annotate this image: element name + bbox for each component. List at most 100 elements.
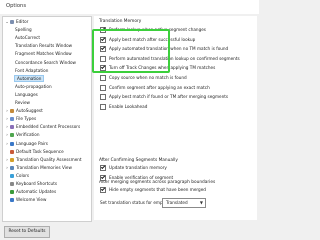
expand-icon[interactable]: › bbox=[5, 124, 9, 130]
checkbox-unchecked[interactable] bbox=[100, 84, 106, 91]
checkbox-row-apply-automated-translation-when-no-tm-match-is-found[interactable]: Apply automated translation when no TM m… bbox=[100, 46, 228, 53]
colors-icon bbox=[10, 173, 14, 178]
tree-item-spelling[interactable]: Spelling bbox=[15, 27, 32, 33]
tree-item-label: Translation Quality Assessment bbox=[16, 156, 82, 162]
embedded-icon bbox=[10, 125, 14, 130]
expand-icon[interactable]: › bbox=[5, 141, 9, 147]
tree-item-label: Automation bbox=[13, 74, 45, 82]
tree-item-label: Default Task Sequence bbox=[16, 148, 64, 154]
checkbox-label: Perform automated translation lookup on … bbox=[109, 55, 240, 61]
checkbox-row-confirm-segment-after-applying-an-exact-match[interactable]: Confirm segment after applying an exact … bbox=[100, 84, 210, 91]
translation-memory-header: Translation Memory bbox=[99, 19, 142, 24]
tree-item-label: Keyboard Shortcuts bbox=[16, 181, 58, 186]
checkbox-label: Copy source when no match is found bbox=[109, 75, 187, 80]
checkbox-checked[interactable] bbox=[100, 65, 106, 72]
tree-item-default-task-sequence[interactable]: Default Task Sequence bbox=[5, 149, 64, 155]
checkbox-label: Apply best match if found or TM after me… bbox=[109, 94, 229, 100]
checkbox-checked[interactable] bbox=[100, 165, 106, 171]
tree-item-editor[interactable]: ⌄ Editor bbox=[5, 19, 28, 25]
tree-item-label: Translation Results Window bbox=[15, 43, 73, 49]
tree-item-label: Font Adaptation bbox=[15, 67, 49, 73]
tree-item-verification[interactable]: › Verification bbox=[5, 132, 40, 138]
tree-item-label: Language Pairs bbox=[16, 140, 48, 146]
tree-item-languages[interactable]: Languages bbox=[15, 92, 38, 98]
tree-item-label: AutoCorrect bbox=[15, 35, 41, 41]
checkbox-row-copy-source-when-no-match-is-found[interactable]: Copy source when no match is found bbox=[100, 75, 187, 81]
options-tree: ⌄ Editor Spelling AutoCorrect Translation Re… bbox=[2, 16, 92, 222]
checkbox-unchecked[interactable] bbox=[100, 75, 106, 81]
tree-item-translation-quality-assessment[interactable]: › Translation Quality Assessment bbox=[5, 157, 82, 163]
checkbox-row-turn-off-track-changes-when-applying-tm-matches[interactable]: Turn off Track Changes when applying TM … bbox=[100, 65, 216, 72]
checkbox-checked[interactable] bbox=[100, 27, 106, 33]
tree-item-autosuggest[interactable]: › AutoSuggest bbox=[5, 108, 43, 114]
checkbox-unchecked[interactable] bbox=[100, 94, 106, 101]
options-window: Options ⌄ Editor Spelling AutoCorrect Transl… bbox=[0, 0, 259, 240]
tree-item-label: Editor bbox=[16, 19, 29, 24]
tree-item-translation-results-window[interactable]: Translation Results Window bbox=[15, 43, 72, 49]
checkbox-label: Perform lookup when active segment chang… bbox=[109, 27, 206, 32]
tree-item-label: Welcome View bbox=[16, 197, 47, 203]
after-merging-header: After merging segments across paragraph … bbox=[99, 180, 216, 185]
tree-item-welcome-view[interactable]: Welcome View bbox=[5, 197, 46, 203]
tree-item-automation[interactable]: Automation bbox=[13, 74, 45, 82]
updates-icon bbox=[10, 190, 14, 195]
tm-view-icon bbox=[10, 165, 14, 170]
tree-item-label: Auto-propagation bbox=[15, 83, 52, 89]
checkbox-row-apply-best-match-after-successful-lookup[interactable]: Apply best match after successful lookup bbox=[100, 36, 195, 43]
tree-item-automatic-updates[interactable]: Automatic Updates bbox=[5, 189, 56, 195]
tree-item-label: AutoSuggest bbox=[16, 108, 43, 114]
checkbox-row-enable-lookahead[interactable]: Enable Lookahead bbox=[100, 103, 147, 110]
expand-icon[interactable]: › bbox=[5, 165, 9, 171]
checkbox-label: Confirm segment after applying an exact … bbox=[109, 84, 210, 90]
tree-item-embedded-content-processors[interactable]: › Embedded Content Processors bbox=[5, 124, 80, 130]
checkbox-label: Turn off Track Changes when applying TM … bbox=[109, 65, 216, 71]
expand-icon[interactable]: › bbox=[5, 157, 9, 163]
expand-icon[interactable]: › bbox=[5, 108, 9, 114]
file-types-icon bbox=[10, 117, 14, 122]
tree-item-label: Fragment Matches Window bbox=[15, 51, 72, 57]
tree-item-font-adaptation[interactable]: Font Adaptation bbox=[15, 68, 48, 74]
title-bar: Options bbox=[0, 0, 259, 15]
checkbox-row-perform-lookup-when-active-segment-changes[interactable]: Perform lookup when active segment chang… bbox=[100, 27, 206, 33]
tree-item-label: Languages bbox=[15, 91, 38, 97]
tree-item-auto-propagation[interactable]: Auto-propagation bbox=[15, 84, 52, 90]
tree-item-language-pairs[interactable]: › Language Pairs bbox=[5, 141, 48, 147]
checkbox-label: Enable verification of segment bbox=[109, 174, 174, 180]
tree-item-concordance-search-window[interactable]: Concordance Search Window bbox=[15, 60, 76, 66]
reset-to-defaults-button[interactable]: Reset to Defaults bbox=[4, 226, 50, 238]
tree-item-label: Spelling bbox=[15, 27, 32, 33]
checkbox-row-perform-automated-translation-lookup-on-confirmed-segments[interactable]: Perform automated translation lookup on … bbox=[100, 55, 240, 62]
tree-item-label: File Types bbox=[16, 116, 37, 122]
checkbox-row-update-translation-memory[interactable]: Update translation memory bbox=[100, 165, 167, 171]
tree-item-file-types[interactable]: › File Types bbox=[5, 116, 36, 122]
tree-item-autocorrect[interactable]: AutoCorrect bbox=[15, 35, 40, 41]
checkbox-checked[interactable] bbox=[100, 46, 106, 53]
verification-icon bbox=[10, 133, 14, 138]
tree-item-colors[interactable]: Colors bbox=[5, 173, 29, 179]
checkbox-checked[interactable] bbox=[100, 187, 106, 193]
checkbox-checked[interactable] bbox=[100, 174, 106, 181]
tree-item-fragment-matches-window[interactable]: Fragment Matches Window bbox=[15, 51, 72, 57]
chevron-down-icon: ▼ bbox=[199, 200, 203, 205]
collapse-icon[interactable]: ⌄ bbox=[5, 19, 9, 25]
expand-icon[interactable]: › bbox=[5, 132, 9, 138]
status-select[interactable]: Translated ▼ bbox=[162, 198, 206, 208]
language-pairs-icon bbox=[10, 141, 14, 146]
checkbox-row-apply-best-match-if-found-or-tm-after-merging-segments[interactable]: Apply best match if found or TM after me… bbox=[100, 94, 229, 101]
tree-item-label: Translation Memories View bbox=[16, 164, 72, 170]
tree-item-keyboard-shortcuts[interactable]: Keyboard Shortcuts bbox=[5, 181, 57, 187]
options-content: ⌄ Editor Spelling AutoCorrect Translation Re… bbox=[0, 14, 259, 240]
autosuggest-icon bbox=[10, 109, 14, 114]
checkbox-unchecked[interactable] bbox=[100, 103, 106, 110]
tree-item-label: Colors bbox=[16, 172, 30, 178]
window-title: Options bbox=[6, 3, 27, 9]
tree-item-label: Embedded Content Processors bbox=[16, 124, 81, 130]
tree-item-review[interactable]: Review bbox=[15, 100, 30, 106]
expand-icon[interactable]: › bbox=[5, 116, 9, 122]
tree-item-translation-memories-view[interactable]: › Translation Memories View bbox=[5, 165, 72, 171]
checkbox-unchecked[interactable] bbox=[100, 55, 106, 62]
checkbox-row-hide-empty-segments-that-have-been-merged[interactable]: Hide empty segments that have been merge… bbox=[100, 187, 206, 193]
tree-item-label: Review bbox=[15, 100, 30, 105]
checkbox-checked[interactable] bbox=[100, 36, 106, 43]
checkbox-row-enable-verification-of-segment[interactable]: Enable verification of segment bbox=[100, 174, 174, 181]
